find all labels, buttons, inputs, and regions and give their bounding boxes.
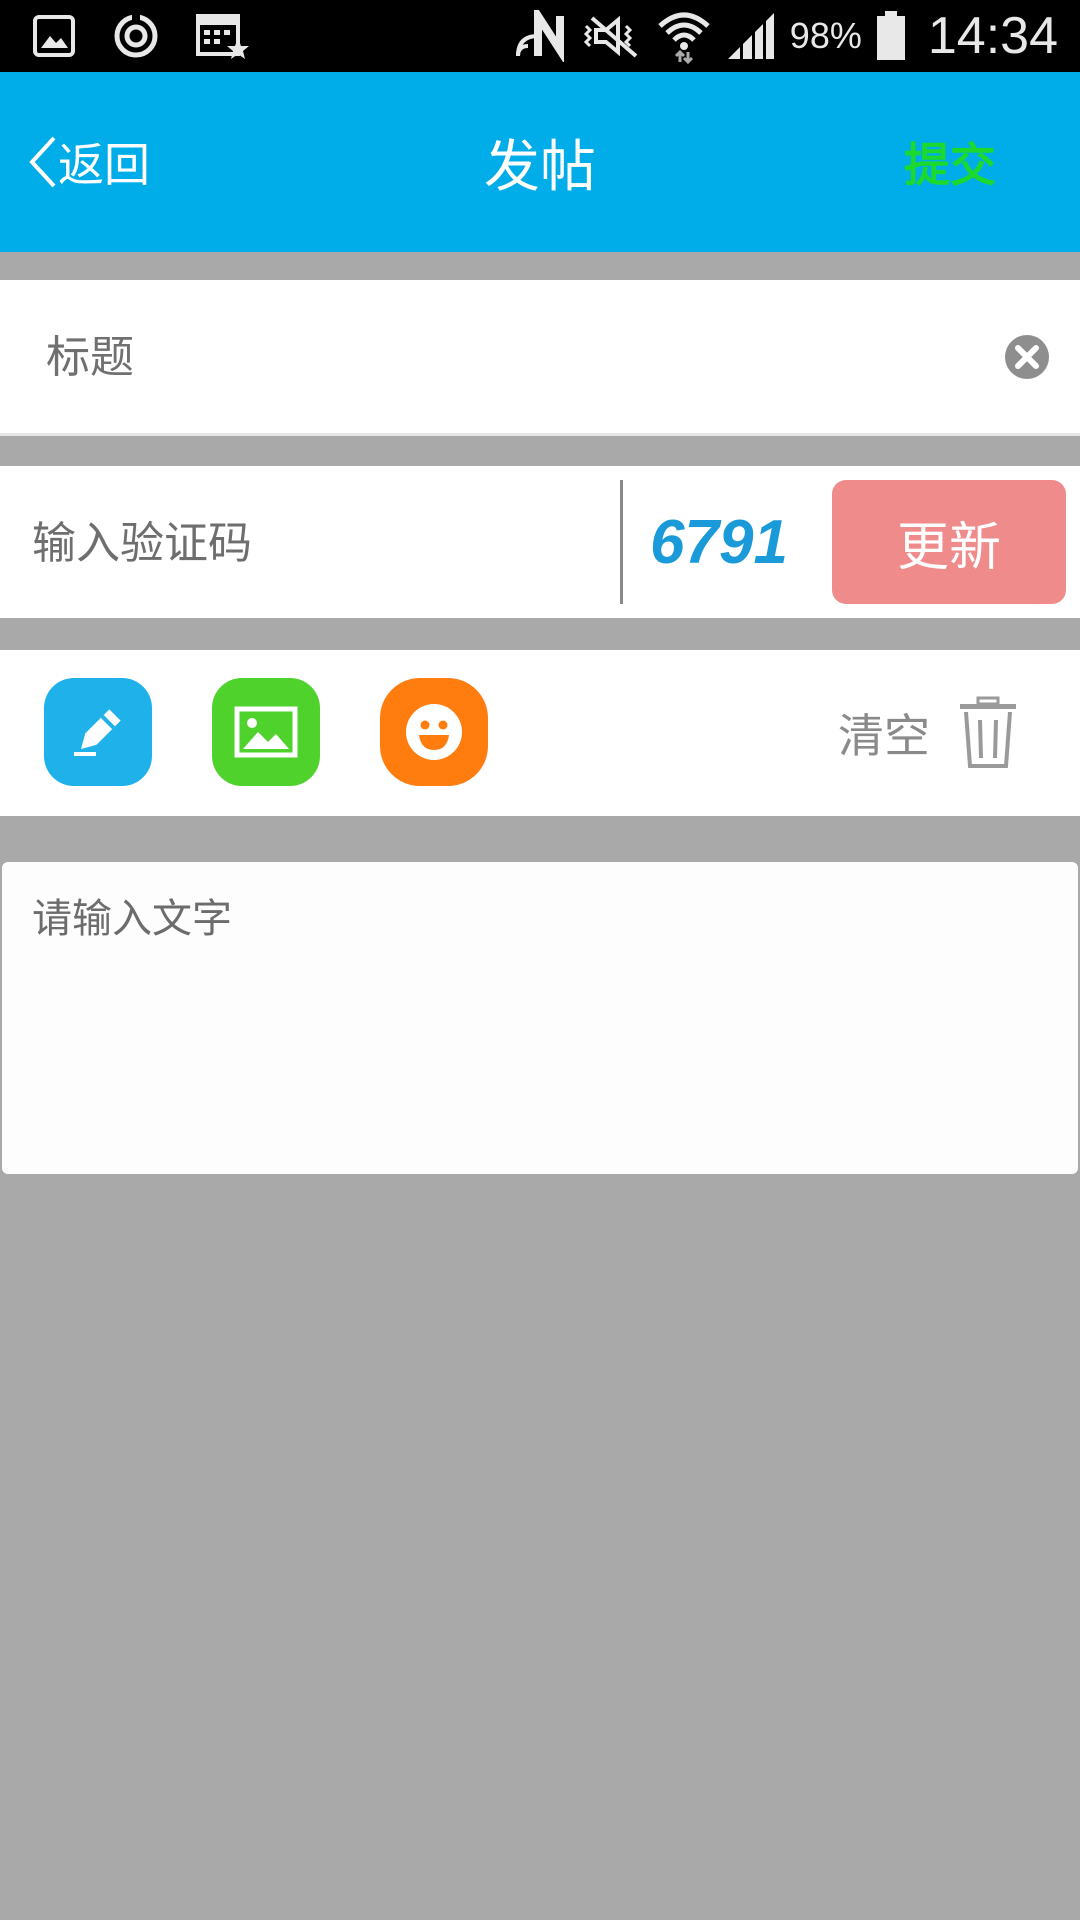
editor-toolbar: 清空 (0, 650, 1080, 816)
nav-bar: 返回 发帖 提交 (0, 72, 1080, 252)
battery-icon (876, 11, 906, 61)
captcha-row: 6791 更新 (0, 466, 1080, 620)
nfc-icon (514, 10, 568, 62)
calendar-star-icon (196, 12, 250, 60)
refresh-captcha-button[interactable]: 更新 (832, 480, 1066, 604)
clear-title-icon[interactable] (1004, 334, 1050, 380)
clock: 14:34 (927, 7, 1058, 65)
vibrate-mute-icon (582, 12, 642, 60)
emoji-icon (404, 702, 464, 762)
sync-icon (112, 12, 160, 60)
status-bar: 98% 14:34 (0, 0, 1080, 72)
image-icon (234, 706, 298, 758)
captcha-input[interactable] (30, 466, 604, 620)
edit-tool-button[interactable] (44, 678, 152, 786)
gallery-icon (32, 14, 76, 58)
insert-image-button[interactable] (212, 678, 320, 786)
wifi-icon (656, 8, 712, 64)
insert-emoji-button[interactable] (380, 678, 488, 786)
signal-icon (726, 11, 776, 61)
captcha-code: 6791 (650, 507, 788, 577)
clear-content-button[interactable]: 清空 (838, 650, 930, 816)
trash-icon[interactable] (958, 696, 1018, 770)
title-input[interactable] (44, 280, 948, 435)
content-textarea[interactable] (30, 884, 1054, 1158)
title-field-row (0, 280, 1080, 436)
content-box (2, 862, 1078, 1174)
battery-percent: 98% (789, 15, 862, 56)
submit-button[interactable]: 提交 (904, 72, 996, 252)
captcha-divider (620, 480, 623, 604)
pencil-icon (68, 702, 128, 762)
